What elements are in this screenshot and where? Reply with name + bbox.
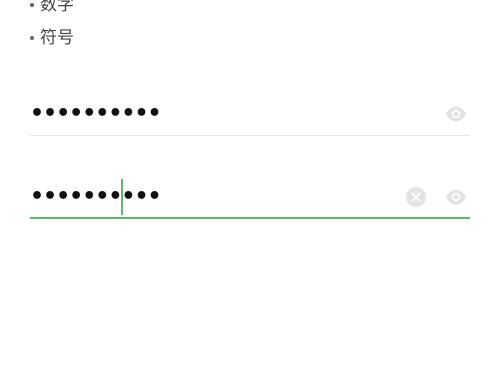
rule-label: 符号 — [40, 28, 74, 48]
rule-label: 数字 — [40, 0, 74, 15]
password-value: •••••••••• — [30, 101, 162, 126]
bullet-dot — [30, 3, 34, 7]
eye-icon[interactable] — [444, 185, 468, 209]
confirm-password-field[interactable]: •••••••••• — [30, 177, 470, 219]
clear-icon[interactable] — [406, 187, 426, 207]
text-caret — [121, 179, 123, 215]
field-underline-active — [30, 217, 470, 219]
rule-item-digits: 数字 — [30, 0, 74, 16]
bullet-dot — [30, 36, 34, 40]
field-divider — [30, 135, 470, 136]
eye-icon[interactable] — [444, 102, 468, 126]
confirm-password-value: •••••••••• — [30, 184, 162, 209]
rule-item-symbols: 符号 — [30, 27, 74, 49]
password-field[interactable]: •••••••••• — [30, 94, 470, 136]
